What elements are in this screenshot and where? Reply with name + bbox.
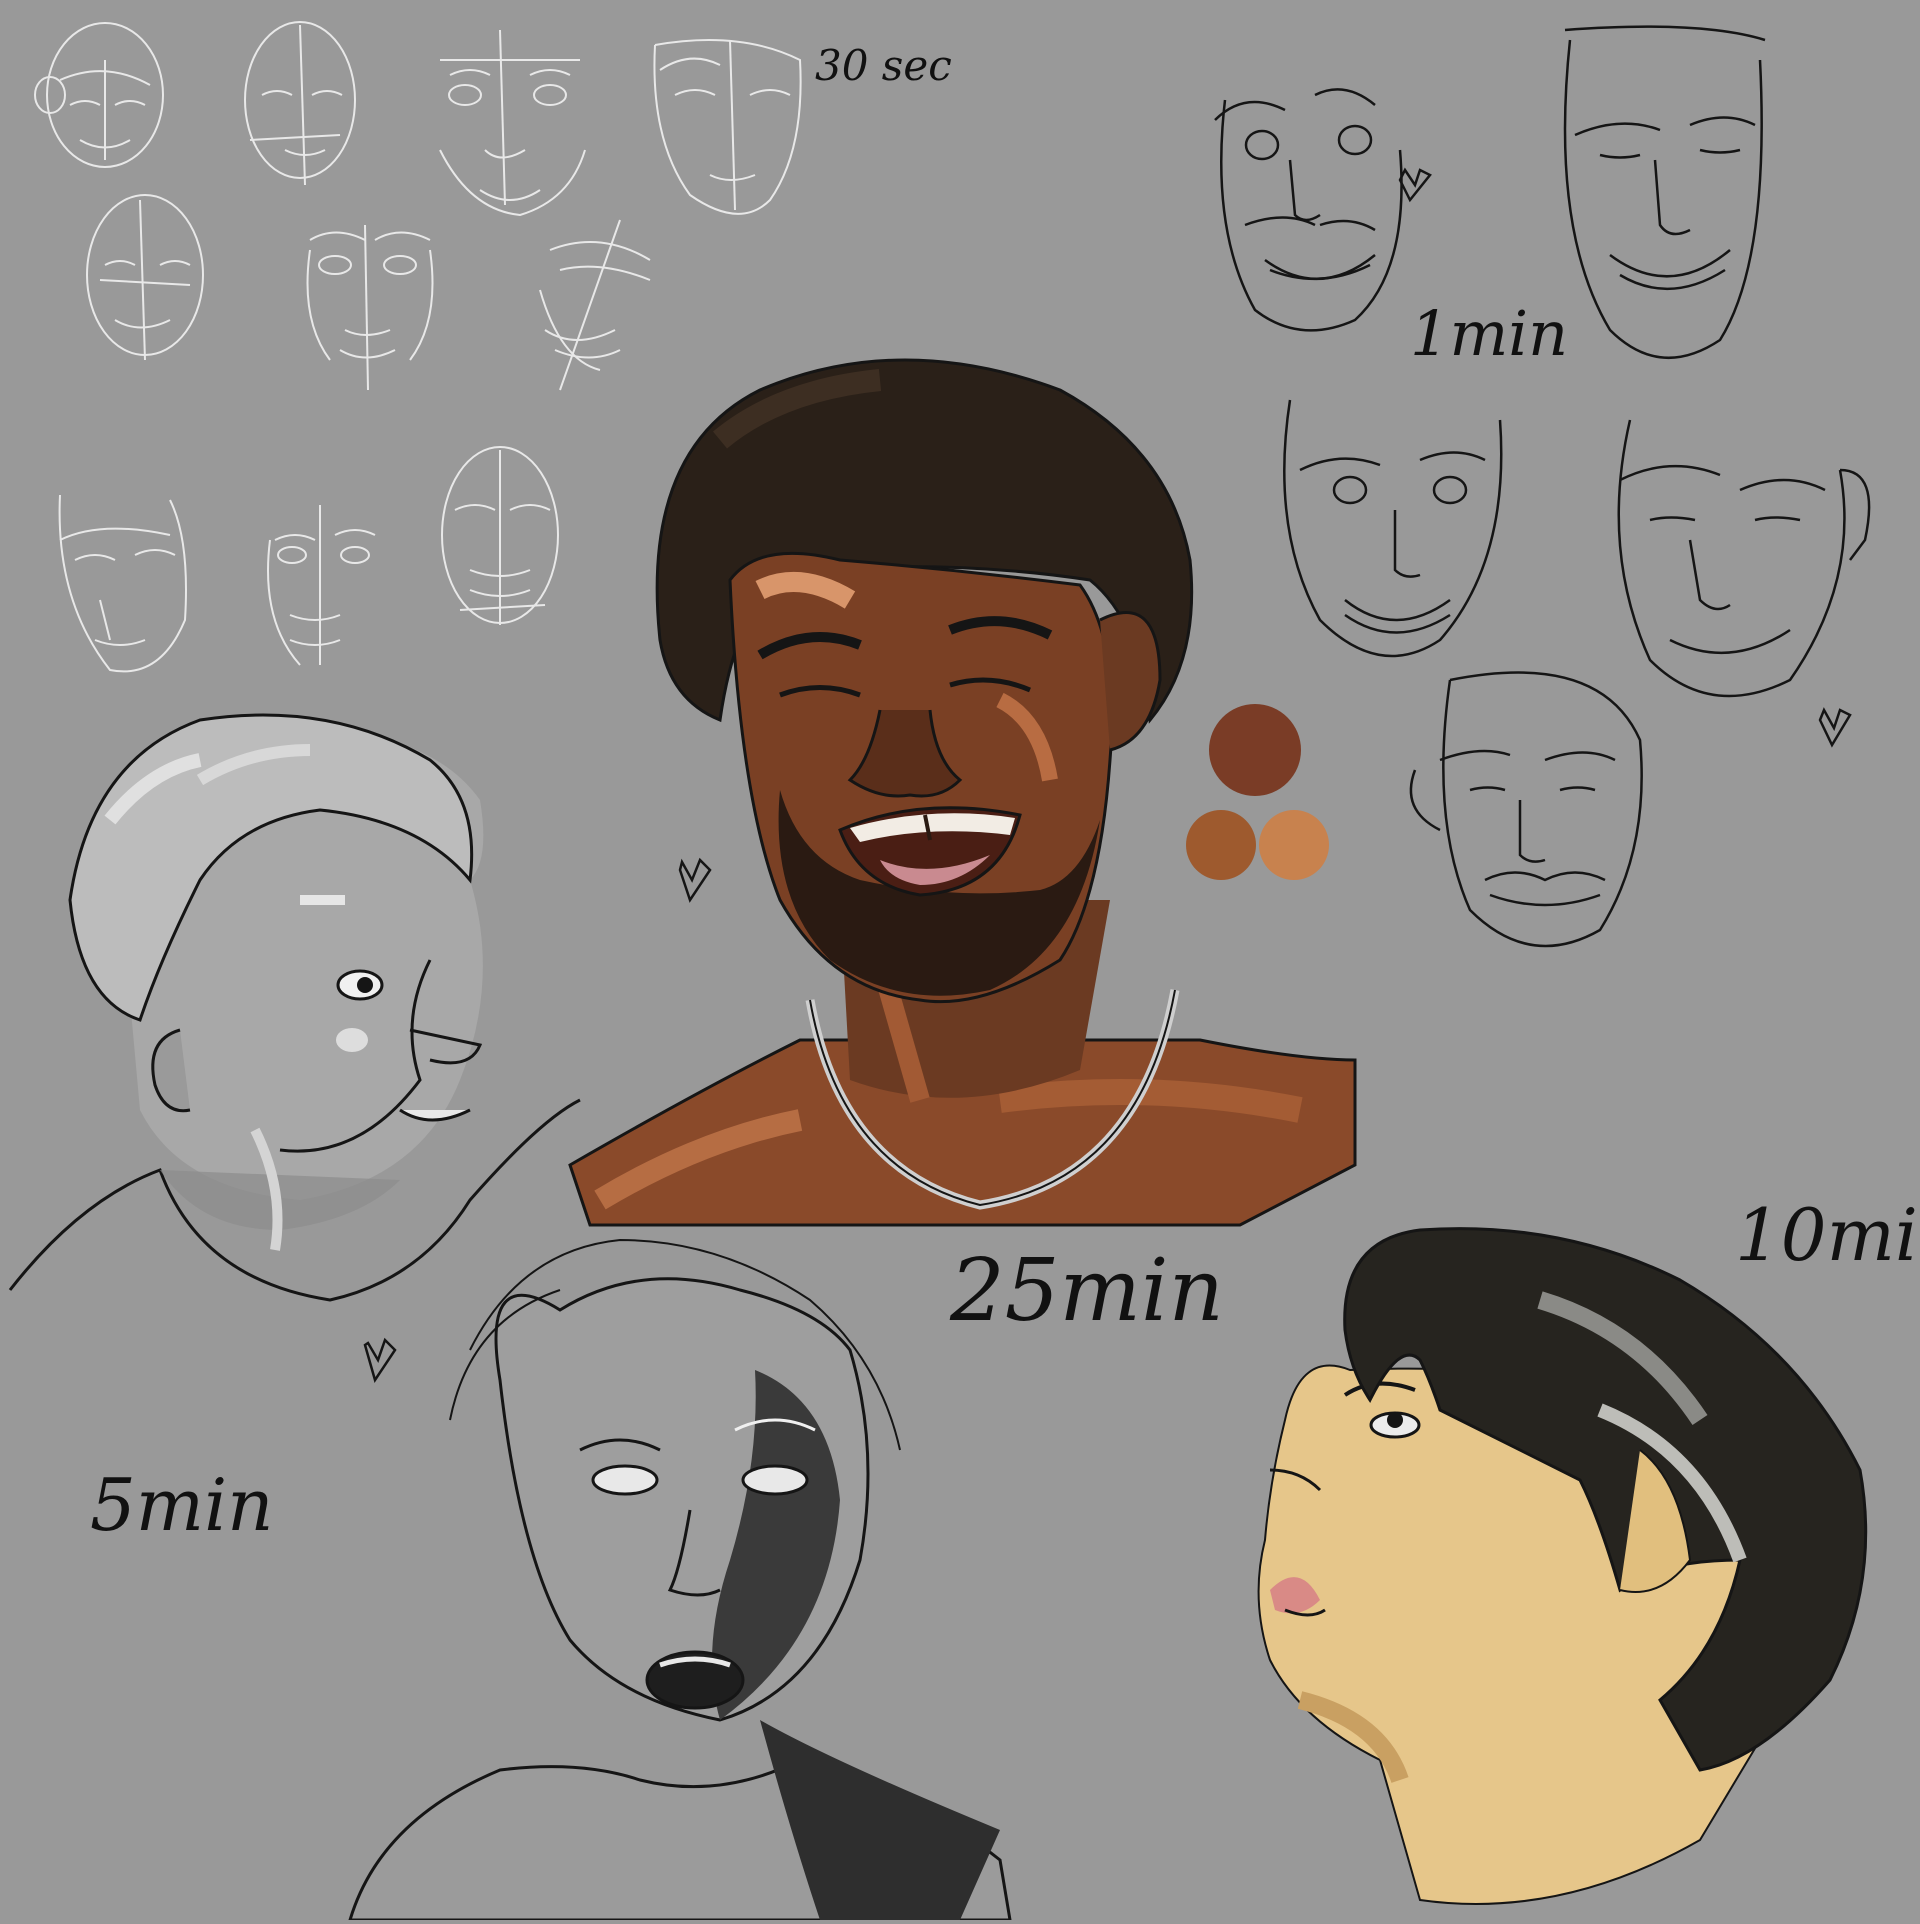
skin-swatch-mid [1186,810,1256,880]
one-min-face-3 [1283,399,1503,658]
heart-doodle-icon [363,1337,397,1383]
ten-minute-portrait-woman-looking-up [1257,1227,1868,1905]
quick-face-sketch-8 [58,494,187,673]
label-one-min: 1min [1410,297,1568,370]
quick-face-sketch-7 [539,219,651,391]
color-swatch-palette [1186,704,1329,880]
five-minute-portrait-boy [8,713,581,1302]
quick-face-sketch-3 [439,29,586,217]
label-thirty-sec-top: 30 sec [815,41,952,90]
quick-face-sketch-5 [86,194,204,361]
quick-face-sketch-9 [267,505,376,666]
label-twentyfive-min: 25min [949,1241,1224,1341]
label-five-min: 5min [90,1463,273,1547]
drawing-canvas: 30 sec 1min 5min 10min 25min [0,0,1920,1922]
quick-face-sketch-2 [244,21,356,186]
sketch-sheet: 30 sec 1min 5min 10min 25min [8,21,1920,1922]
twentyfive-minute-portrait-man [568,358,1357,1227]
skin-swatch-light [1259,810,1329,880]
one-min-face-1 [1214,88,1403,332]
quick-face-sketch-6 [306,224,434,391]
label-ten-min: 10min [1735,1193,1920,1277]
one-min-face-2 [1563,25,1766,359]
quick-face-sketch-10 [441,446,559,625]
one-min-face-5 [1409,671,1643,948]
heart-doodle-icon [678,857,712,903]
quick-face-sketch-4 [653,39,802,215]
heart-doodle-icon [1398,167,1432,203]
quick-face-sketch-1 [34,22,164,168]
heart-doodle-icon [1818,707,1852,748]
one-min-face-4 [1617,419,1871,698]
skin-swatch-dark [1209,704,1301,796]
five-minute-portrait-woman [347,1238,1012,1922]
